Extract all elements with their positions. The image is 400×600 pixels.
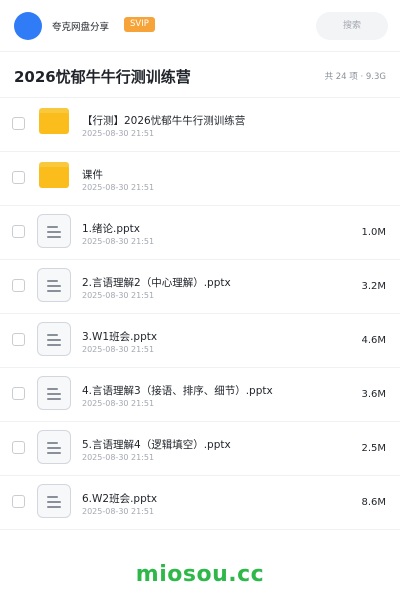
document-icon [37,376,71,410]
item-summary: 共 24 项 · 9.3G [324,72,386,82]
row-checkbox[interactable] [12,279,25,292]
file-row[interactable]: 5.言语理解4（逻辑填空）.pptx 2025-08-30 21:51 2.5M [0,422,400,476]
file-name: 【行测】2026忧郁牛牛行测训练营 [82,115,246,127]
file-row[interactable]: 1.绪论.pptx 2025-08-30 21:51 1.0M [0,206,400,260]
file-date: 2025-08-30 21:51 [82,237,155,246]
file-row[interactable]: 【行测】2026忧郁牛牛行测训练营 2025-08-30 21:51 [0,98,400,152]
watermark: miosou.cc [135,562,265,587]
title-row: 2026忧郁牛牛行测训练营 共 24 项 · 9.3G [0,52,400,98]
document-icon [37,214,71,248]
file-size: 3.6M [361,389,386,400]
brand-name: 夸克网盘分享 [52,22,110,33]
document-icon [37,322,71,356]
header-bar: 夸克网盘分享 SVIP 搜索 [0,0,400,52]
file-row[interactable]: 3.W1班会.pptx 2025-08-30 21:51 4.6M [0,314,400,368]
file-date: 2025-08-30 21:51 [82,129,155,138]
svip-badge: SVIP [124,17,155,32]
folder-icon [39,108,69,134]
row-checkbox[interactable] [12,225,25,238]
row-checkbox[interactable] [12,441,25,454]
file-row[interactable]: 4.言语理解3（接语、排序、细节）.pptx 2025-08-30 21:51 … [0,368,400,422]
document-icon [37,268,71,302]
file-row[interactable]: 2.言语理解2（中心理解）.pptx 2025-08-30 21:51 3.2M [0,260,400,314]
file-size: 4.6M [361,335,386,346]
file-date: 2025-08-30 21:51 [82,453,155,462]
document-icon [37,484,71,518]
file-date: 2025-08-30 21:51 [82,345,155,354]
file-date: 2025-08-30 21:51 [82,399,155,408]
file-date: 2025-08-30 21:51 [82,183,155,192]
file-size: 1.0M [361,227,386,238]
file-row[interactable]: 6.W2班会.pptx 2025-08-30 21:51 8.6M [0,476,400,530]
row-checkbox[interactable] [12,171,25,184]
search-input[interactable]: 搜索 [316,12,388,40]
file-name: 1.绪论.pptx [82,223,141,235]
file-size: 3.2M [361,281,386,292]
file-name: 6.W2班会.pptx [82,493,158,505]
row-checkbox[interactable] [12,495,25,508]
file-size: 2.5M [361,443,386,454]
page-title: 2026忧郁牛牛行测训练营 [14,68,191,86]
row-checkbox[interactable] [12,333,25,346]
file-name: 2.言语理解2（中心理解）.pptx [82,277,231,289]
file-row[interactable]: 课件 2025-08-30 21:51 [0,152,400,206]
row-checkbox[interactable] [12,387,25,400]
file-size: 8.6M [361,497,386,508]
file-name: 5.言语理解4（逻辑填空）.pptx [82,439,231,451]
file-list: 【行测】2026忧郁牛牛行测训练营 2025-08-30 21:51 课件 20… [0,98,400,530]
document-icon [37,430,71,464]
file-date: 2025-08-30 21:51 [82,507,155,516]
folder-icon [39,162,69,188]
row-checkbox[interactable] [12,117,25,130]
file-name: 4.言语理解3（接语、排序、细节）.pptx [82,385,273,397]
file-name: 课件 [82,169,103,181]
avatar[interactable] [14,12,42,40]
file-name: 3.W1班会.pptx [82,331,158,343]
file-date: 2025-08-30 21:51 [82,291,155,300]
